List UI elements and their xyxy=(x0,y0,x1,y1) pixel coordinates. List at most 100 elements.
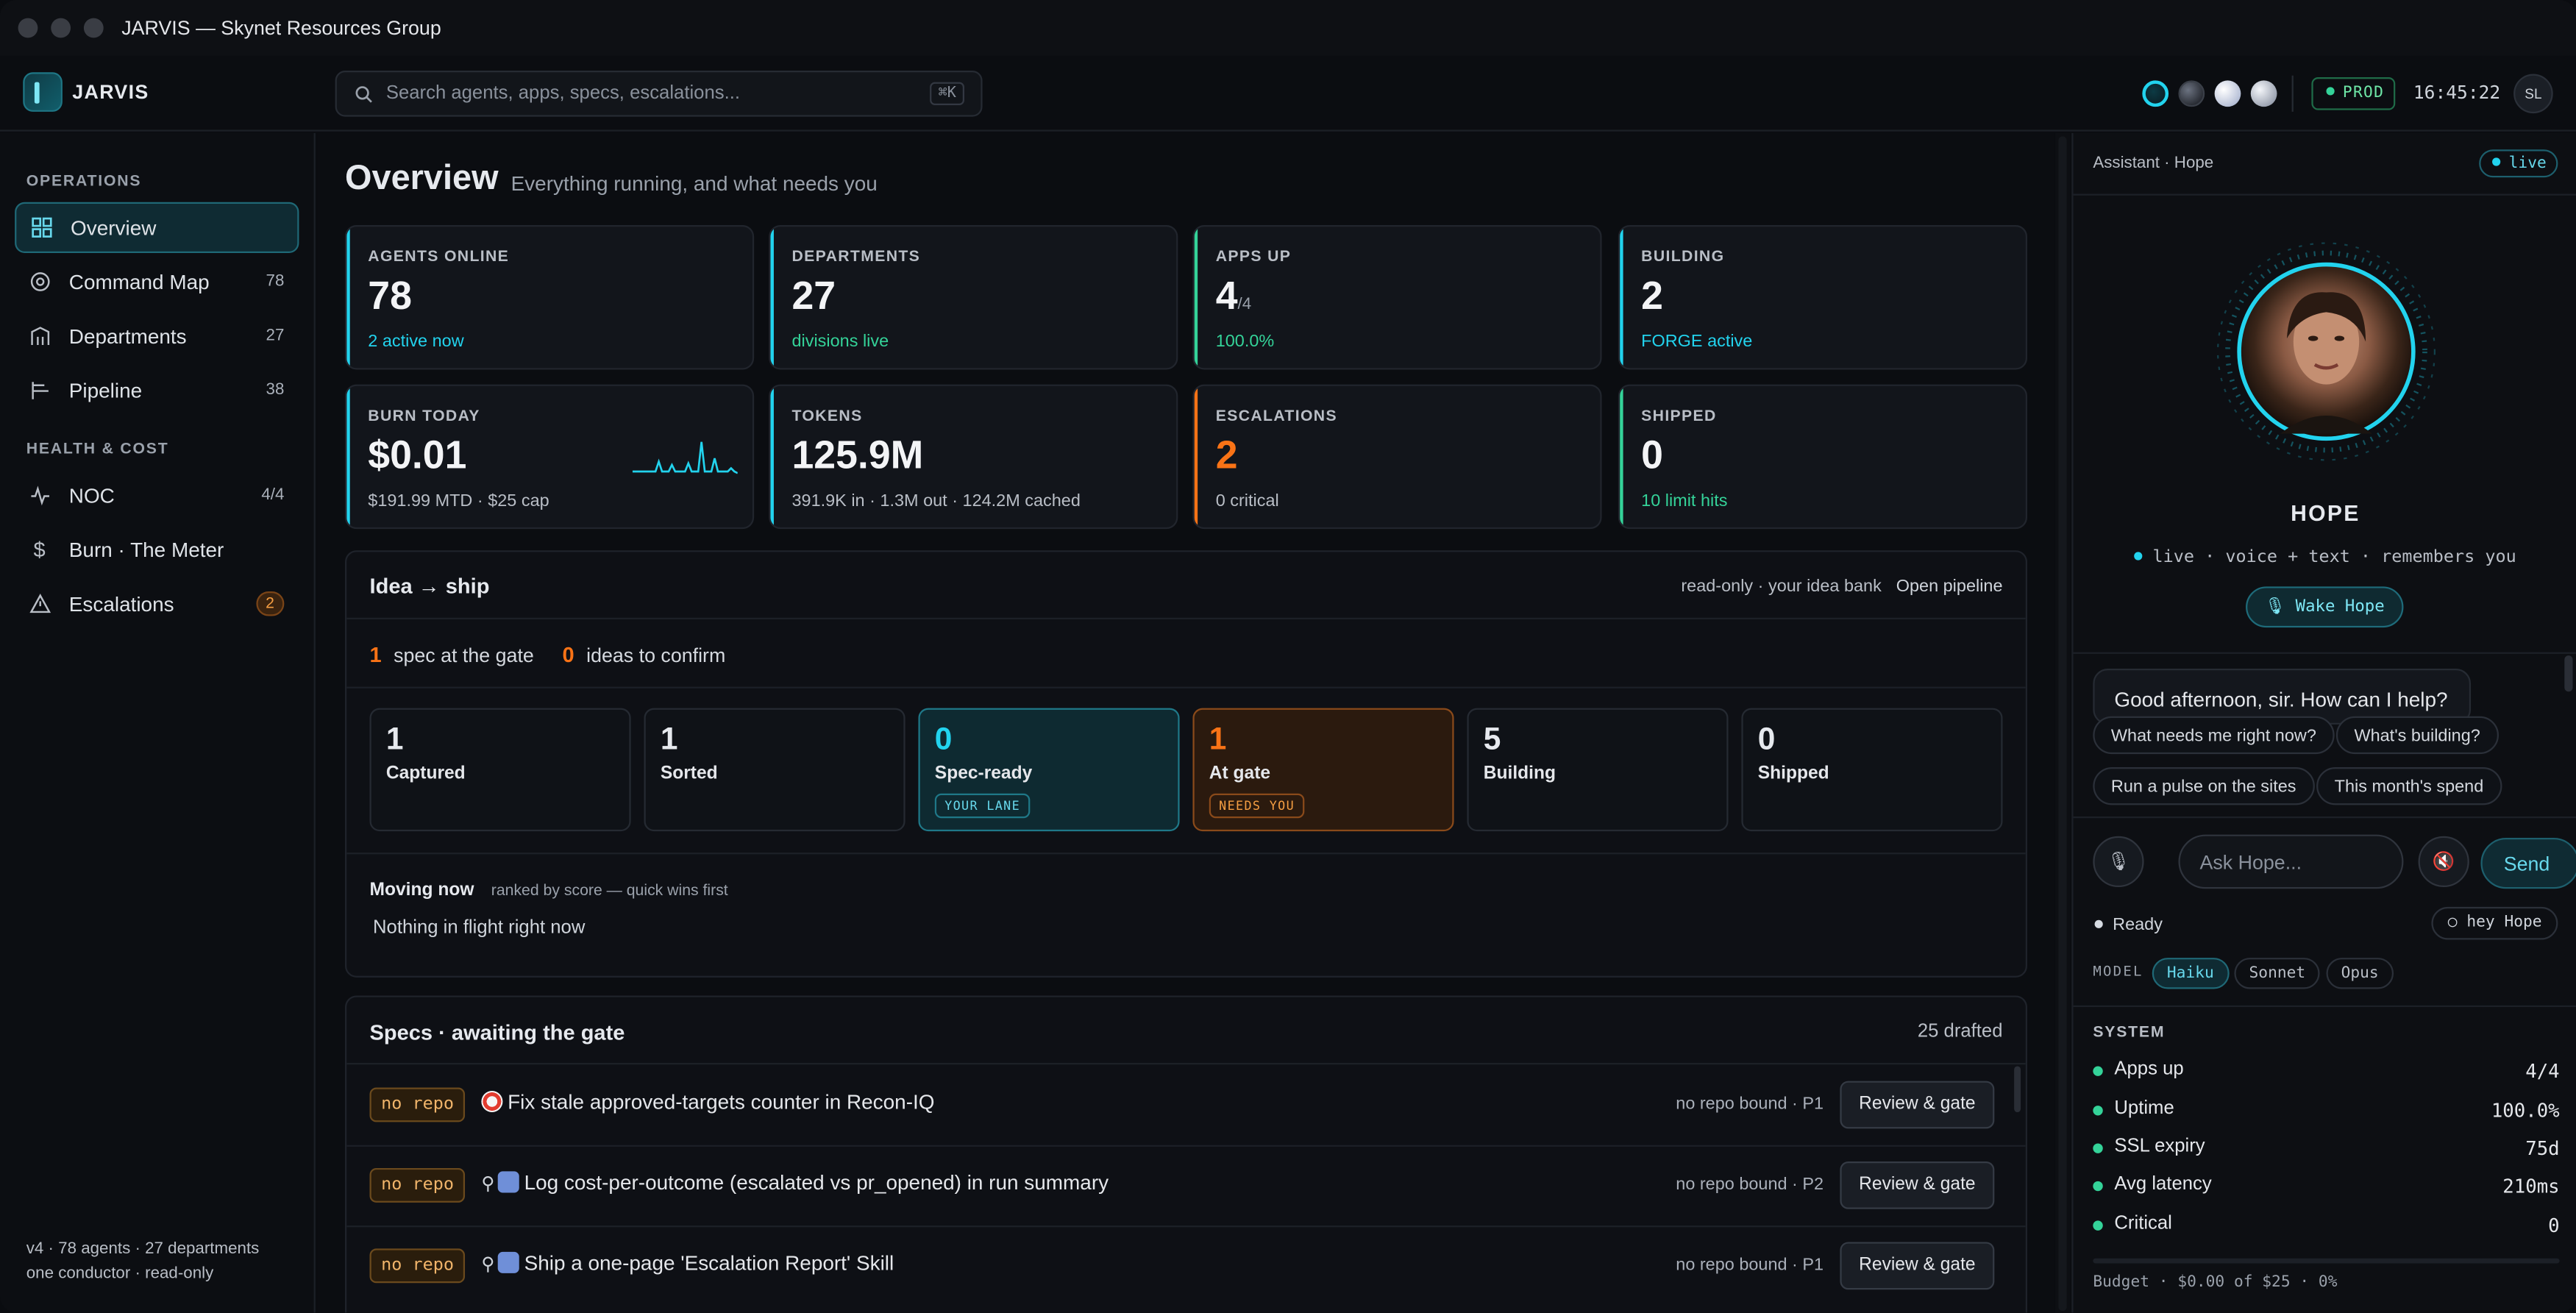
hope-avatar[interactable] xyxy=(2215,240,2438,463)
review-gate-button[interactable]: Review & gate xyxy=(1840,1242,1995,1290)
system-key: Avg latency xyxy=(2114,1174,2212,1195)
card-value: 125.9M xyxy=(791,434,923,480)
sidebar-item-count: 27 xyxy=(266,327,285,346)
card-value-number: 4 xyxy=(1215,274,1238,319)
stat-card-shipped[interactable]: SHIPPED 0 10 limit hits xyxy=(1618,384,2028,530)
card-sub: 391.9K in · 1.3M out · 124.2M cached xyxy=(791,491,1081,511)
panel-header-right: read-only · your idea bank Open pipeline xyxy=(1681,577,2002,597)
stage-shipped[interactable]: 0 Shipped xyxy=(1741,708,2003,832)
stage-label: Building xyxy=(1483,764,1556,784)
spec-title: Log cost-per-outcome (escalated vs pr_op… xyxy=(524,1171,1109,1195)
assistant-name: HOPE xyxy=(2291,501,2360,526)
sidebar-item-count: 78 xyxy=(266,272,285,291)
card-value: 78 xyxy=(368,274,412,321)
maximize-window-button[interactable] xyxy=(83,18,104,38)
sidebar-item-pipeline[interactable]: Pipeline 38 xyxy=(15,365,299,416)
pipeline-icon xyxy=(28,379,51,402)
voice-mute-button[interactable]: 🔇 xyxy=(2418,836,2469,888)
telescope-icon: ⚲ xyxy=(481,1174,495,1195)
stat-card-burn-today[interactable]: BURN TODAY $0.01 $191.99 MTD · $25 cap xyxy=(345,384,755,530)
card-label: BUILDING xyxy=(1641,248,1725,266)
close-window-button[interactable] xyxy=(18,18,38,38)
status-dot xyxy=(2093,1106,2103,1116)
gate-summary: 1 spec at the gate 0 ideas to confirm xyxy=(370,642,726,667)
open-pipeline-link[interactable]: Open pipeline xyxy=(1896,577,2003,597)
divider xyxy=(2073,816,2576,819)
status-dot xyxy=(2134,552,2143,561)
wake-word-toggle[interactable]: ○ hey Hope xyxy=(2431,906,2558,940)
sidebar-item-noc[interactable]: NOC 4/4 xyxy=(15,470,299,521)
no-repo-badge: no repo xyxy=(369,1248,466,1284)
card-accent-bar xyxy=(770,385,774,527)
budget-bar xyxy=(2093,1258,2560,1264)
stat-card-building[interactable]: BUILDING 2 FORGE active xyxy=(1618,224,2028,370)
user-avatar[interactable]: SL xyxy=(2513,74,2553,114)
stat-card-tokens[interactable]: TOKENS 125.9M 391.9K in · 1.3M out · 124… xyxy=(769,384,1178,530)
card-value-suffix: /4 xyxy=(1237,296,1252,314)
card-accent-bar xyxy=(1620,385,1623,527)
theme-orb-silver[interactable] xyxy=(2250,80,2277,107)
system-value: 4/4 xyxy=(2525,1059,2560,1083)
assistant-panel: Assistant · Hope live HOPE live · voice … xyxy=(2071,132,2576,1313)
review-gate-button[interactable]: Review & gate xyxy=(1840,1081,1995,1129)
stage-sorted[interactable]: 1 Sorted xyxy=(644,708,905,832)
gate-count: 1 xyxy=(369,642,382,667)
card-value-number: 125.9M xyxy=(791,433,924,478)
panel-title: Idea → ship xyxy=(369,573,490,598)
app-header: JARVIS Search agents, apps, specs, escal… xyxy=(0,55,2576,197)
specs-scrollbar[interactable] xyxy=(2014,1066,2021,1113)
review-gate-button[interactable]: Review & gate xyxy=(1840,1161,1995,1209)
stat-card-agents-online[interactable]: AGENTS ONLINE 78 2 active now xyxy=(345,224,755,370)
wake-word-label: hey Hope xyxy=(2466,913,2542,932)
stat-card-escalations[interactable]: ESCALATIONS 2 0 critical xyxy=(1192,384,1602,530)
spec-row[interactable]: no repo ⚲ Ship a one-page 'Escalation Rep… xyxy=(346,1225,2026,1306)
spec-row[interactable]: no repo ⚲ Log cost-per-outcome (escalated… xyxy=(346,1145,2026,1225)
spec-row[interactable]: no repo Fix stale approved-targets count… xyxy=(346,1064,2026,1145)
stage-captured[interactable]: 1 Captured xyxy=(369,708,631,832)
sidebar-item-overview[interactable]: Overview xyxy=(15,202,299,253)
app-window: JARVIS — Skynet Resources Group JARVIS S… xyxy=(0,0,2576,1313)
send-button[interactable]: Send xyxy=(2480,838,2576,889)
page-title: Overview xyxy=(345,159,499,198)
suggestion-chip[interactable]: This month's spend xyxy=(2316,766,2502,805)
theme-orb-cyan[interactable] xyxy=(2142,80,2169,107)
stage-at-gate[interactable]: 1 At gate NEEDS YOU xyxy=(1192,708,1454,832)
card-value-number: 2 xyxy=(1641,274,1664,319)
model-option-opus[interactable]: Opus xyxy=(2326,958,2394,989)
stat-card-departments[interactable]: DEPARTMENTS 27 divisions live xyxy=(769,224,1178,370)
sidebar-item-label: NOC xyxy=(68,483,115,508)
status-dot xyxy=(2093,1181,2103,1192)
wake-hope-button[interactable]: 🎙 Wake Hope xyxy=(2246,586,2404,628)
page-subtitle: Everything running, and what needs you xyxy=(510,172,878,196)
specs-panel: Specs · awaiting the gate 25 drafted no … xyxy=(345,995,2028,1313)
stage-count: 1 xyxy=(660,722,678,758)
moving-empty-state: Nothing in flight right now xyxy=(372,918,586,939)
stage-building[interactable]: 5 Building xyxy=(1467,708,1729,832)
sidebar-item-burn-meter[interactable]: $ Burn · The Meter xyxy=(15,524,299,574)
model-option-haiku[interactable]: Haiku xyxy=(2152,958,2229,989)
stage-label: Shipped xyxy=(1757,764,1829,784)
building-icon xyxy=(28,324,51,347)
card-sub: FORGE active xyxy=(1641,332,1753,352)
stage-label: Spec-ready xyxy=(934,764,1033,784)
sidebar-item-command-map[interactable]: Command Map 78 xyxy=(15,256,299,307)
model-option-sonnet[interactable]: Sonnet xyxy=(2234,958,2321,989)
sidebar-item-escalations[interactable]: Escalations 2 xyxy=(15,578,299,629)
suggestion-chip[interactable]: What's building? xyxy=(2335,716,2499,755)
suggestion-chip[interactable]: Run a pulse on the sites xyxy=(2093,766,2315,805)
search-input[interactable]: Search agents, apps, specs, escalations.… xyxy=(335,71,983,117)
theme-orb-dark[interactable] xyxy=(2178,80,2205,107)
sidebar-footer: v4 · 78 agents · 27 departments one cond… xyxy=(26,1237,260,1287)
chat-scrollbar[interactable] xyxy=(2564,655,2573,692)
suggestion-chip[interactable]: What needs me right now? xyxy=(2093,716,2335,755)
sidebar-item-departments[interactable]: Departments 27 xyxy=(15,310,299,361)
stat-card-apps-up[interactable]: APPS UP 4/4 100.0% xyxy=(1192,224,1602,370)
main-scrollbar-thumb[interactable] xyxy=(2058,136,2067,1312)
minimize-window-button[interactable] xyxy=(51,18,71,38)
divider xyxy=(346,686,2026,688)
theme-orb-light[interactable] xyxy=(2214,80,2241,107)
ask-hope-input[interactable]: Ask Hope... xyxy=(2178,834,2404,889)
stage-spec-ready[interactable]: 0 Spec-ready YOUR LANE xyxy=(918,708,1180,832)
main-scrollbar[interactable] xyxy=(2054,132,2071,1313)
mic-button[interactable]: 🎙 xyxy=(2093,836,2144,888)
